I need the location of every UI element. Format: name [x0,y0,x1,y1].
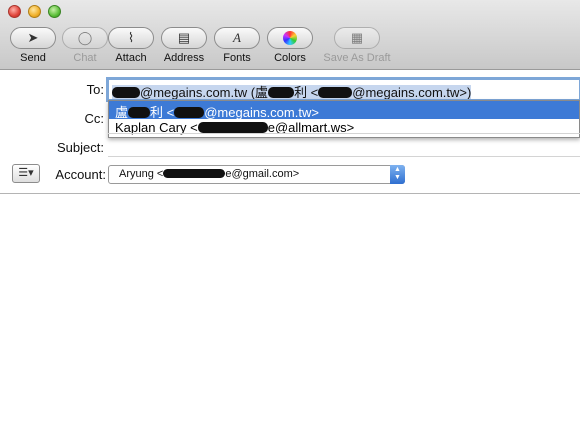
attach-button[interactable]: ⌇ Attach [106,27,156,67]
color-wheel-icon [267,27,313,49]
autocomplete-item[interactable]: 盧利 < @megains.com.tw> [109,101,579,120]
redacted-text [112,87,140,98]
account-select[interactable]: Aryung < e@gmail.com> ▲ ▼ [108,165,405,184]
save-as-draft-button[interactable]: ▦ Save As Draft [318,27,396,67]
redacted-text [163,169,226,178]
close-window-button[interactable] [8,5,21,18]
font-a-icon: A [214,27,260,49]
subject-field[interactable] [108,156,580,157]
colors-button[interactable]: Colors [265,27,315,67]
to-field[interactable]: @megains.com.tw (盧利 < @megains.com.tw>) [106,77,580,102]
cc-field[interactable] [108,133,580,134]
address-book-icon: ▤ [161,27,207,49]
redacted-text [268,87,295,98]
paper-plane-icon: ➤ [10,27,56,49]
redacted-text [318,87,353,98]
minimize-window-button[interactable] [28,5,41,18]
account-label: Account: [55,167,106,182]
up-down-arrows-icon: ▲ ▼ [390,165,405,184]
message-body[interactable] [0,194,580,426]
autocomplete-item[interactable]: Kaplan Cary < e@allmart.ws> [109,119,579,137]
cc-label: Cc: [84,111,105,126]
fonts-button[interactable]: A Fonts [212,27,262,67]
chat-bubble-icon: ◯ [62,27,108,49]
redacted-text [197,122,268,133]
to-label: To: [86,82,104,97]
subject-label: Subject: [57,140,104,155]
chat-button[interactable]: ◯ Chat [60,27,110,67]
compose-toolbar: ➤ Send ◯ Chat ⌇ Attach ▤ Address A Fonts… [0,0,580,70]
draft-window-icon: ▦ [334,27,380,49]
redacted-text [128,107,151,118]
send-button[interactable]: ➤ Send [8,27,58,67]
paperclip-icon: ⌇ [108,27,154,49]
redacted-text [174,107,205,118]
address-button[interactable]: ▤ Address [159,27,209,67]
zoom-window-button[interactable] [48,5,61,18]
